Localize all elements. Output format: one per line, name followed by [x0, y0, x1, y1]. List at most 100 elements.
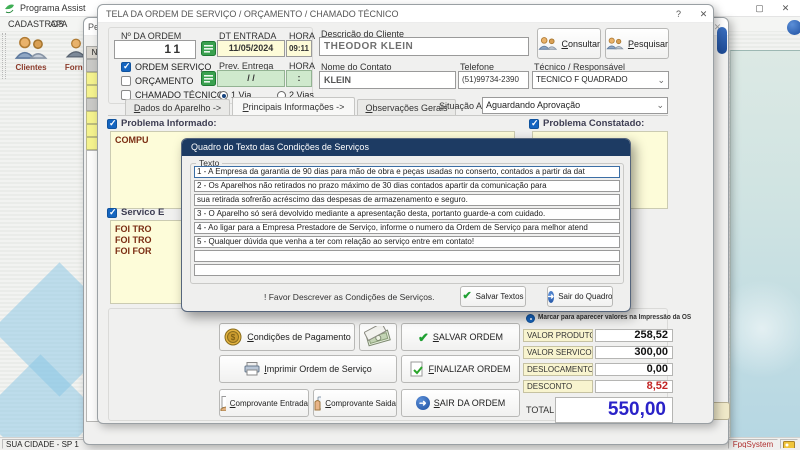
print-order-label: Imprimir Ordem de Serviço [264, 364, 372, 374]
receipt-out-button[interactable]: Comprovante Saida [313, 389, 397, 417]
consult-button-label: Consultar [561, 38, 600, 49]
corner-blue-icon [787, 20, 800, 35]
deslocamento-label: DESLOCAMENTO [523, 363, 593, 376]
ordem-servico-checkbox[interactable] [121, 61, 131, 72]
deslocamento-value[interactable]: 0,00 [595, 363, 673, 376]
consult-button[interactable]: Consultar [537, 28, 601, 59]
condition-line-2[interactable]: 2 - Os Aparelhos não retirados no prazo … [194, 180, 620, 192]
money-notes-icon [364, 326, 391, 347]
finish-order-label: FINALIZAR ORDEM [428, 364, 511, 374]
order-close-button[interactable]: ✕ [695, 8, 712, 21]
main-restore-button[interactable]: ▢ [751, 2, 768, 15]
entry-time-field[interactable]: 09:11 [286, 40, 312, 57]
servico-line: FOI TRO [115, 235, 152, 245]
delivery-date-field[interactable]: / / [217, 70, 285, 87]
tab-dados-label: Dados do Aparelho -> [133, 102, 222, 113]
phone-field[interactable]: (51)99734-2390 [458, 71, 529, 89]
valor-produtos-label: VALOR PRODUTOS [523, 329, 593, 342]
condition-line-8[interactable] [194, 264, 620, 276]
clipped-toolbar-icon [717, 27, 727, 54]
modal-title-bar: Quadro do Texto das Condições de Serviço… [182, 139, 630, 156]
order-title-bar: TELA DA ORDEM DE SERVIÇO / ORÇAMENTO / C… [98, 5, 713, 23]
print-values-label: Marcar para aparecer valores na Impressã… [538, 314, 692, 321]
status-icon-panel [780, 439, 798, 449]
print-order-button[interactable]: Imprimir Ordem de Serviço [219, 355, 397, 383]
coin-icon: $ [224, 328, 242, 346]
delivery-time-field[interactable]: : [286, 70, 312, 87]
toolbar-clientes-button[interactable]: Clientes [8, 31, 54, 83]
servico-line: FOI FOR [115, 246, 152, 256]
calendar-icon[interactable] [201, 41, 216, 56]
order-help-button[interactable]: ? [670, 8, 687, 21]
exit-modal-button[interactable]: ➜ Sair do Quadro [547, 286, 613, 307]
problema-constatado-label: Problema Constatado: [543, 118, 645, 129]
consult-people-icon [538, 37, 558, 50]
chevron-down-icon: ⌄ [657, 75, 665, 85]
payment-conditions-button[interactable]: $ Condições de Pagamento [219, 323, 355, 351]
condition-line-3[interactable]: sua retirada sofrerão acréscimo das desp… [194, 194, 620, 206]
exit-order-label: SAIR DA ORDEM [433, 398, 506, 408]
search-people-icon [606, 37, 624, 50]
orcamento-checkbox[interactable] [121, 76, 131, 86]
tab-principais-informacoes[interactable]: Principais Informações -> [232, 97, 355, 115]
valor-servicos-value[interactable]: 300,00 [595, 346, 673, 359]
green-check-icon: ✔ [417, 329, 429, 345]
client-field[interactable]: THEODOR KLEIN [319, 37, 529, 56]
condition-line-4[interactable]: 3 - O Aparelho só será devolvido mediant… [194, 208, 620, 220]
servico-executado-label: Servico E [121, 207, 165, 218]
svg-text:$: $ [231, 333, 236, 342]
document-check-icon [410, 361, 424, 377]
condition-line-7[interactable] [194, 250, 620, 262]
total-value: 550,00 [555, 397, 673, 423]
order-window-title: TELA DA ORDEM DE SERVIÇO / ORÇAMENTO / C… [106, 9, 399, 19]
servico-executado-checkbox[interactable] [107, 207, 117, 218]
save-texts-button[interactable]: ✔ Salvar Textos [460, 286, 526, 307]
exit-arrow-icon: ➜ [415, 396, 430, 410]
exit-modal-label: Sair do Quadro [558, 292, 613, 301]
background-art-panel [730, 50, 800, 437]
save-order-button[interactable]: ✔ SALVAR ORDEM [401, 323, 520, 351]
contact-field[interactable]: KLEIN [319, 71, 456, 89]
technician-select[interactable]: TECNICO F QUADRADO ⌄ [532, 71, 669, 89]
problema-informado-checkbox[interactable] [107, 118, 117, 129]
problema-constatado-checkbox[interactable] [529, 118, 539, 129]
search-client-button[interactable]: Pesquisar [605, 28, 669, 59]
money-notes-button[interactable] [359, 323, 397, 351]
receipt-in-button[interactable]: Comprovante Entrada [219, 389, 309, 417]
payment-button-label: Condições de Pagamento [247, 332, 351, 342]
entry-date-field[interactable]: 11/05/2024 [217, 40, 285, 57]
valor-produtos-value[interactable]: 258,52 [595, 329, 673, 342]
receipt-out-icon [314, 396, 322, 410]
clients-people-icon [14, 36, 48, 59]
status-brand: FpqSystem [728, 439, 778, 449]
finish-order-button[interactable]: FINALIZAR ORDEM [401, 355, 520, 383]
toolbar-gripper [2, 33, 6, 79]
tab-dados-aparelho[interactable]: Dados do Aparelho -> [125, 99, 230, 115]
save-texts-label: Salvar Textos [475, 292, 524, 301]
order-header-group: Nº DA ORDEM 11 ORDEM SERVIÇO ORÇAMENTO C… [108, 27, 315, 104]
technician-value: TECNICO F QUADRADO [536, 75, 628, 84]
exit-arrow-icon: ➜ [547, 290, 555, 303]
tab-divider [108, 115, 668, 116]
printer-icon [244, 362, 260, 376]
print-values-radio[interactable] [526, 314, 535, 323]
main-close-button[interactable]: ✕ [777, 2, 794, 15]
app-title: Programa Assist [20, 3, 86, 13]
calendar-icon[interactable] [201, 71, 216, 86]
valor-servicos-label: VALOR SERVICOS [523, 346, 593, 359]
desconto-value[interactable]: 8,52 [595, 380, 673, 393]
condition-line-6[interactable]: 5 - Qualquer dúvida que venha a ter com … [194, 236, 620, 248]
condition-line-5[interactable]: 4 - Ao ligar para a Empresa Prestadore d… [194, 222, 620, 234]
condition-line-1[interactable]: 1 - A Empresa da garantia de 90 dias par… [194, 166, 620, 178]
order-number-field[interactable]: 11 [114, 40, 196, 59]
situation-value: Aguardando Aprovação [486, 100, 581, 110]
exit-order-button[interactable]: ➜ SAIR DA ORDEM [401, 389, 520, 417]
chevron-down-icon: ⌄ [656, 100, 664, 110]
toolbar-clientes-label: Clientes [15, 63, 47, 72]
situation-select[interactable]: Aguardando Aprovação ⌄ [482, 97, 668, 114]
desconto-label: DESCONTO [523, 380, 593, 393]
modal-note: ! Favor Descrever as Condições de Serviç… [264, 292, 435, 302]
problema-informado-label: Problema Informado: [121, 118, 217, 129]
menu-aparelhos[interactable]: APA [50, 19, 67, 29]
receipt-out-label: Comprovante Saida [325, 398, 396, 408]
